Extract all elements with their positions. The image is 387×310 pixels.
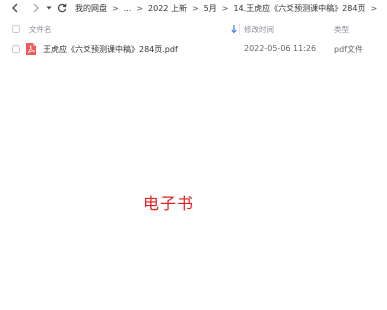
breadcrumb-item-root[interactable]: 我的网盘 [75,3,107,14]
pdf-icon [26,43,36,55]
breadcrumb-item-ellipsis[interactable]: ... [124,4,132,13]
sort-button[interactable] [230,23,238,35]
breadcrumb-separator: > [191,3,199,13]
column-header-type[interactable]: 类型 [334,24,349,35]
column-header-name[interactable]: 文件名 [29,24,52,35]
history-dropdown-button[interactable] [44,0,54,16]
breadcrumb-separator: > [221,3,229,13]
breadcrumb-item-current[interactable]: 14.王虎应《六爻预测课中稿》284页 [233,3,365,14]
breadcrumb: 我的网盘 > ... > 2022 上新 > 5月 > 14.王虎应《六爻预测课… [75,0,385,16]
back-button[interactable] [8,0,22,16]
breadcrumb-item-may[interactable]: 5月 [204,3,217,14]
file-list-header: 文件名 修改时间 类型 [0,22,387,36]
breadcrumb-item-2022[interactable]: 2022 上新 [148,3,187,14]
column-divider[interactable] [239,24,240,34]
chevron-right-icon [33,3,39,13]
breadcrumb-separator: > [112,3,119,13]
file-checkbox[interactable] [12,45,20,53]
column-header-modified[interactable]: 修改时间 [244,24,274,35]
file-row[interactable]: 王虎应《六爻预测课中稿》284页.pdf 2022-05-06 11:26 pd… [0,40,387,58]
chevron-left-icon [12,3,18,13]
ebook-overlay-label: 电子书 [143,194,195,213]
caret-down-icon [46,6,52,10]
sort-down-arrow-icon [231,25,237,34]
file-type: pdf文件 [334,45,363,54]
refresh-icon [57,3,67,13]
forward-button[interactable] [29,0,43,16]
refresh-button[interactable] [55,0,69,16]
breadcrumb-separator: > [370,3,378,13]
select-all-checkbox[interactable] [12,25,20,33]
file-modified-date: 2022-05-06 11:26 [244,44,317,53]
navigation-toolbar: 我的网盘 > ... > 2022 上新 > 5月 > 14.王虎应《六爻预测课… [0,0,387,16]
file-name[interactable]: 王虎应《六爻预测课中稿》284页.pdf [43,44,178,55]
breadcrumb-separator: > [136,3,144,13]
